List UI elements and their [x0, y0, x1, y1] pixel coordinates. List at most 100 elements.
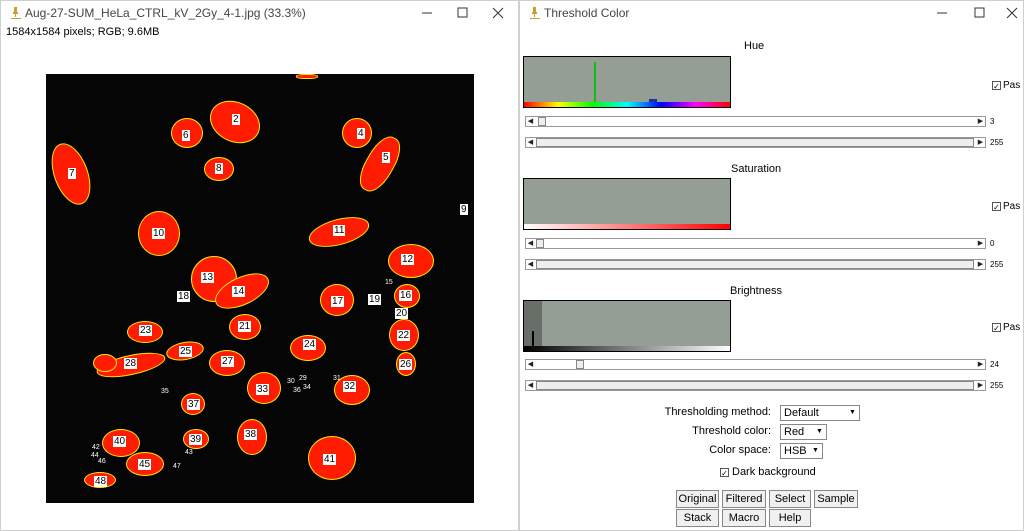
- image-window-titlebar[interactable]: Aug-27-SUM_HeLa_CTRL_kV_2Gy_4-1.jpg (33.…: [1, 1, 518, 25]
- cell-label: 25: [179, 346, 193, 357]
- brightness-pass[interactable]: ✓ Pas: [992, 322, 1020, 333]
- method-value: Default: [784, 407, 819, 419]
- arrow-right-icon[interactable]: ▶: [976, 239, 985, 248]
- cell-label: 41: [323, 454, 337, 465]
- arrow-right-icon[interactable]: ▶: [976, 381, 985, 390]
- hue-pass-checkbox[interactable]: ✓: [992, 81, 1001, 91]
- saturation-min-slider[interactable]: ◀ ▶: [525, 238, 986, 249]
- color-label: Threshold color:: [692, 425, 771, 437]
- saturation-max-slider[interactable]: ◀ ▶: [525, 259, 986, 270]
- cell-label: 28: [124, 358, 138, 369]
- threshold-window-title: Threshold Color: [544, 6, 630, 20]
- hue-max-slider[interactable]: ◀ ▶: [525, 137, 986, 148]
- saturation-pass[interactable]: ✓ Pas: [992, 201, 1020, 212]
- cell-label: 8: [215, 163, 223, 174]
- cell-blob: [296, 74, 318, 79]
- brightness-pass-label: Pas: [1003, 322, 1021, 333]
- hue-min-slider[interactable]: ◀ ▶: [525, 116, 986, 127]
- arrow-right-icon[interactable]: ▶: [976, 360, 985, 369]
- color-value: Red: [784, 426, 805, 438]
- maximize-icon[interactable]: [452, 4, 472, 22]
- brightness-max-value: 255: [990, 381, 1004, 390]
- cell-label: 21: [238, 321, 252, 332]
- image-canvas[interactable]: 2 6 4 5 7 8 9 10 11 12 13 14 15 16 17 18…: [44, 74, 474, 503]
- minimize-icon[interactable]: [932, 4, 952, 22]
- dark-background-label: Dark background: [732, 466, 816, 478]
- cell-label: 2: [232, 114, 240, 125]
- arrow-left-icon[interactable]: ◀: [526, 260, 535, 269]
- arrow-left-icon[interactable]: ◀: [526, 381, 535, 390]
- arrow-left-icon[interactable]: ◀: [526, 117, 535, 126]
- arrow-right-icon[interactable]: ▶: [976, 117, 985, 126]
- color-select[interactable]: Red ▼: [780, 424, 827, 440]
- minimize-icon[interactable]: [417, 4, 437, 22]
- chevron-down-icon[interactable]: ▼: [814, 426, 825, 438]
- brightness-pass-checkbox[interactable]: ✓: [992, 323, 1001, 333]
- cell-label: 22: [397, 330, 411, 341]
- cell-label: 6: [182, 130, 190, 141]
- slider-thumb[interactable]: [538, 117, 546, 126]
- stack-button[interactable]: Stack: [676, 509, 719, 527]
- brightness-min-slider[interactable]: ◀ ▶: [525, 359, 986, 370]
- arrow-right-icon[interactable]: ▶: [976, 138, 985, 147]
- cell-label: 36: [293, 387, 301, 394]
- cell-label: 47: [173, 463, 181, 470]
- cell-label: 34: [303, 384, 311, 391]
- hue-max-value: 255: [990, 138, 1004, 147]
- arrow-left-icon[interactable]: ◀: [526, 138, 535, 147]
- slider-thumb[interactable]: [536, 381, 974, 390]
- dark-background-option[interactable]: ✓ Dark background: [720, 466, 816, 478]
- help-button[interactable]: Help: [769, 509, 811, 527]
- chevron-down-icon[interactable]: ▼: [810, 445, 821, 457]
- brightness-histogram-plot: [532, 331, 534, 346]
- brightness-gradient-bar: [524, 346, 730, 351]
- cell-label: 19: [368, 294, 382, 305]
- hue-min-value: 3: [990, 117, 995, 126]
- slider-thumb[interactable]: [536, 239, 544, 248]
- saturation-histogram: [523, 178, 731, 230]
- hue-histogram-plot: [594, 62, 657, 102]
- cell-label: 37: [187, 399, 201, 410]
- hue-title: Hue: [744, 40, 765, 52]
- maximize-icon[interactable]: [969, 4, 989, 22]
- image-window: Aug-27-SUM_HeLa_CTRL_kV_2Gy_4-1.jpg (33.…: [0, 0, 519, 531]
- cell-label: 43: [185, 449, 193, 456]
- slider-thumb[interactable]: [536, 260, 974, 269]
- cell-label: 48: [94, 476, 108, 487]
- cell-label: 27: [221, 356, 235, 367]
- cell-label: 23: [139, 325, 153, 336]
- method-select[interactable]: Default ▼: [780, 405, 860, 421]
- cell-label: 14: [232, 286, 246, 297]
- space-select[interactable]: HSB ▼: [780, 443, 823, 459]
- threshold-window-titlebar[interactable]: Threshold Color: [520, 1, 1023, 25]
- cell-label: 33: [256, 384, 270, 395]
- slider-thumb[interactable]: [536, 138, 974, 147]
- close-icon[interactable]: [488, 4, 508, 22]
- cell-label: 15: [385, 279, 393, 286]
- select-button[interactable]: Select: [769, 490, 811, 508]
- cell-label: 31: [333, 375, 341, 382]
- close-icon[interactable]: [1002, 4, 1022, 22]
- microscope-icon: [11, 7, 21, 19]
- cell-label: 7: [68, 168, 76, 179]
- brightness-max-slider[interactable]: ◀ ▶: [525, 380, 986, 391]
- filtered-button[interactable]: Filtered: [722, 490, 766, 508]
- slider-thumb[interactable]: [576, 360, 584, 369]
- method-label: Thresholding method:: [664, 406, 771, 418]
- original-button[interactable]: Original: [676, 490, 719, 508]
- chevron-down-icon[interactable]: ▼: [847, 407, 858, 419]
- arrow-left-icon[interactable]: ◀: [526, 360, 535, 369]
- cell-label: 4: [357, 128, 365, 139]
- arrow-left-icon[interactable]: ◀: [526, 239, 535, 248]
- dark-background-checkbox[interactable]: ✓: [720, 467, 729, 478]
- hue-histogram: [523, 56, 731, 108]
- arrow-right-icon[interactable]: ▶: [976, 260, 985, 269]
- brightness-min-value: 24: [990, 360, 999, 369]
- macro-button[interactable]: Macro: [722, 509, 766, 527]
- saturation-gradient-bar: [524, 224, 730, 229]
- cell-label: 17: [331, 296, 345, 307]
- cell-label: 12: [401, 254, 415, 265]
- hue-pass[interactable]: ✓ Pas: [992, 80, 1020, 91]
- sample-button[interactable]: Sample: [814, 490, 858, 508]
- saturation-pass-checkbox[interactable]: ✓: [992, 202, 1001, 212]
